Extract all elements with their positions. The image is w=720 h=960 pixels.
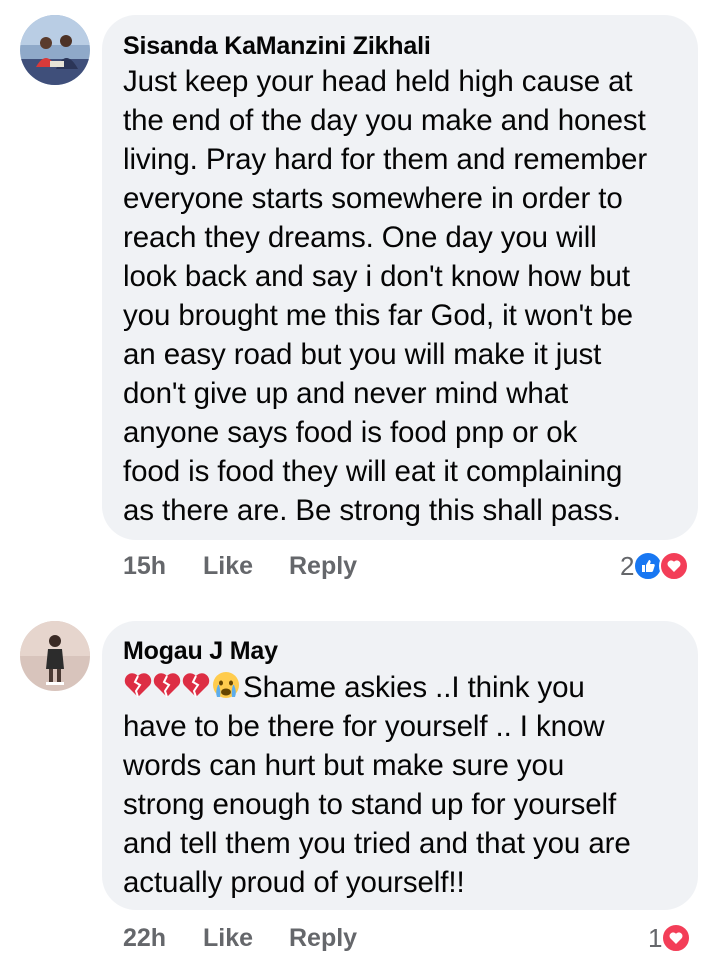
- comment-text-line: Shame askies ..I think you: [123, 668, 631, 707]
- broken-heart-icon: [182, 673, 210, 698]
- comment-text-line: the end of the day you make and honest: [123, 104, 646, 137]
- comment-author[interactable]: Mogau J May: [123, 637, 278, 666]
- comment-bubble: Sisanda KaManzini Zikhali Just keep your…: [102, 15, 698, 540]
- comment-meta: 15h Like Reply: [123, 552, 423, 588]
- reaction-count: 2: [620, 550, 635, 581]
- reaction-summary[interactable]: 2: [620, 550, 690, 582]
- comment-text-line: look back and say i don't know how but: [123, 260, 630, 293]
- comment-author[interactable]: Sisanda KaManzini Zikhali: [123, 32, 431, 61]
- comment-text-line: reach they dreams. One day you will: [123, 221, 597, 254]
- comment-text-line: an easy road but you will make it just: [123, 338, 602, 371]
- like-button[interactable]: Like: [203, 552, 253, 581]
- comment-text-line: living. Pray hard for them and remember: [123, 143, 648, 176]
- comment-text-line: food is food they will eat it complainin…: [123, 455, 623, 488]
- comment-text-line: actually proud of yourself!!: [123, 866, 465, 899]
- comment-text-line: anyone says food is food pnp or ok: [123, 416, 578, 449]
- comment-bubble: Mogau J May Shame askies ..I think you h…: [102, 621, 698, 910]
- reply-button[interactable]: Reply: [289, 552, 357, 581]
- broken-heart-icon: [153, 673, 181, 698]
- crying-face-icon: [213, 672, 239, 698]
- comment-text: Shame askies ..I think you have to be th…: [123, 668, 631, 902]
- comment-text-line: have to be there for yourself .. I know: [123, 710, 605, 743]
- comment-text: Just keep your head held high cause at t…: [123, 62, 647, 530]
- reaction-summary[interactable]: 1: [648, 922, 692, 954]
- comment-text-first: Shame askies ..I think you: [243, 671, 585, 704]
- comment-text-line: words can hurt but make sure you: [123, 749, 565, 782]
- emoji-prefix: [123, 670, 241, 700]
- comment-text-line: and tell them you tried and that you are: [123, 827, 631, 860]
- comment-text-line: you brought me this far God, it won't be: [123, 299, 633, 332]
- comment-timestamp[interactable]: 15h: [123, 552, 166, 581]
- comment-text-line: don't give up and never mind what: [123, 377, 569, 410]
- comment-text-line: as there are. Be strong this shall pass.: [123, 494, 621, 527]
- comment-text-line: everyone starts somewhere in order to: [123, 182, 623, 215]
- comment-meta: 22h Like Reply: [123, 924, 423, 960]
- comment-text-line: Just keep your head held high cause at: [123, 65, 633, 98]
- comment-text-line: strong enough to stand up for yourself: [123, 788, 617, 821]
- love-icon: [659, 551, 690, 581]
- broken-heart-icon: [124, 673, 152, 698]
- avatar[interactable]: [20, 621, 90, 691]
- avatar[interactable]: [20, 15, 90, 85]
